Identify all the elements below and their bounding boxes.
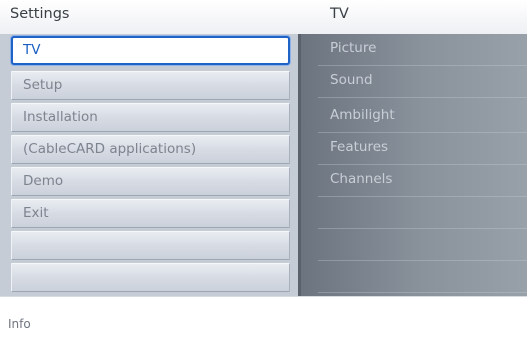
menu-item-label: TV — [23, 42, 41, 58]
menu-item-label: Setup — [23, 77, 63, 93]
submenu-item-label: Ambilight — [330, 107, 395, 123]
info-bar: Info — [0, 296, 527, 343]
menu-item-label: Demo — [23, 173, 64, 189]
menu-item-label: (CableCARD applications) — [23, 141, 197, 157]
submenu-item-label: Picture — [330, 40, 377, 56]
menu-item-empty — [11, 231, 290, 260]
submenu-item-ambilight[interactable]: Ambilight — [318, 101, 527, 133]
submenu-item-sound[interactable]: Sound — [318, 66, 527, 98]
submenu-panel: Picture Sound Ambilight Features Channel… — [298, 34, 527, 296]
submenu-item-empty — [318, 197, 527, 229]
menu-item-tv[interactable]: TV — [11, 36, 290, 65]
tv-settings-screen: Settings TV TV Setup Installation (Cable… — [0, 0, 527, 343]
submenu-item-features[interactable]: Features — [318, 133, 527, 165]
menu-item-empty — [11, 263, 290, 292]
submenu-item-channels[interactable]: Channels — [318, 165, 527, 197]
submenu-item-empty — [318, 229, 527, 261]
menu-item-exit[interactable]: Exit — [11, 199, 290, 228]
submenu-item-empty — [318, 261, 527, 293]
menu-item-cablecard-applications[interactable]: (CableCARD applications) — [11, 135, 290, 164]
submenu-item-picture[interactable]: Picture — [318, 34, 527, 66]
menu-item-label: Installation — [23, 109, 98, 125]
menu-item-demo[interactable]: Demo — [11, 167, 290, 196]
panel-divider — [298, 34, 301, 296]
submenu-item-label: Sound — [330, 72, 373, 88]
menu-item-label: Exit — [23, 205, 49, 221]
submenu-item-label: Features — [330, 139, 389, 155]
menu-title: Settings — [10, 6, 70, 22]
header-bar: Settings TV — [0, 0, 527, 34]
submenu-item-label: Channels — [330, 171, 393, 187]
menu-item-installation[interactable]: Installation — [11, 103, 290, 132]
settings-menu-panel: TV Setup Installation (CableCARD applica… — [0, 34, 298, 296]
menu-item-setup[interactable]: Setup — [11, 71, 290, 100]
submenu-title: TV — [330, 6, 349, 22]
info-label: Info — [8, 317, 31, 331]
